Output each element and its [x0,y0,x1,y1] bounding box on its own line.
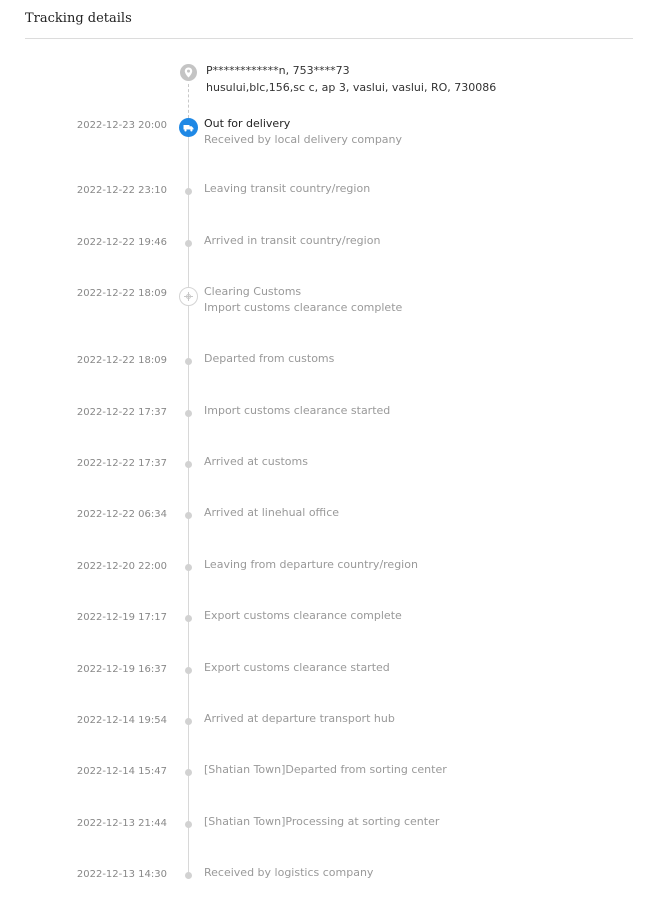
event-time: 2022-12-20 22:00 [76,561,167,572]
location-pin-icon [180,64,197,81]
event-description: Leaving transit country/region [204,181,370,197]
event-status: Arrived at linehual office [204,506,340,519]
event-description: Arrived at customs [204,454,308,470]
event-description: Leaving from departure country/region [204,557,418,573]
event-status: Arrived in transit country/region [204,234,381,247]
event-time: 2022-12-19 16:37 [76,664,167,675]
event-description: Departed from customs [204,351,334,367]
event-detail: Received by local delivery company [204,133,403,146]
event-status: Departed from customs [204,352,335,365]
event-description: Import customs clearance started [204,403,390,419]
recipient-address: husului,blc,156,sc c, ap 3, vaslui, vasl… [206,81,497,94]
timeline-dot [185,615,192,622]
event-time: 2022-12-19 17:17 [76,612,167,623]
event-status: Export customs clearance started [204,661,390,674]
event-time: 2022-12-22 19:46 [76,237,167,248]
event-time: 2022-12-14 15:47 [76,766,167,777]
event-description: Received by logistics company [204,865,373,881]
event-time: 2022-12-22 06:34 [76,509,167,520]
event-time: 2022-12-13 14:30 [76,869,167,880]
event-description: Out for delivery Received by local delive… [204,116,402,148]
truck-icon [179,118,198,137]
event-description: Arrived at linehual office [204,505,339,521]
header-divider [25,38,633,39]
event-status: Import customs clearance started [204,404,391,417]
event-status: Leaving from departure country/region [204,558,418,571]
event-description: [Shatian Town]Departed from sorting cent… [204,762,447,778]
event-status: Clearing Customs [204,285,302,298]
event-status: [Shatian Town]Processing at sorting cent… [204,815,440,828]
timeline-dot [185,718,192,725]
address-connector [188,84,189,118]
event-status: Received by logistics company [204,866,374,879]
event-time: 2022-12-14 19:54 [76,715,167,726]
event-description: Export customs clearance started [204,660,390,676]
event-detail: Import customs clearance complete [204,301,403,314]
event-description: Clearing Customs Import customs clearance… [204,284,402,316]
event-status: Arrived at customs [204,455,308,468]
event-status: [Shatian Town]Departed from sorting cent… [204,763,447,776]
timeline-dot [185,512,192,519]
page-title: Tracking details [25,11,132,26]
timeline-dot [185,872,192,879]
recipient-name-phone: P************n, 753****73 [206,64,350,77]
event-description: [Shatian Town]Processing at sorting cent… [204,814,439,830]
customs-icon [179,287,198,306]
timeline-dot [185,564,192,571]
timeline-dot [185,769,192,776]
event-time: 2022-12-13 21:44 [76,818,167,829]
event-status: Out for delivery [204,117,291,130]
event-status: Export customs clearance complete [204,609,402,622]
timeline-dot [185,821,192,828]
timeline-dot [185,240,192,247]
event-description: Arrived at departure transport hub [204,711,395,727]
timeline-dot [185,667,192,674]
event-time: 2022-12-23 20:00 [76,120,167,131]
event-time: 2022-12-22 17:37 [76,407,167,418]
event-description: Arrived in transit country/region [204,233,380,249]
timeline-dot [185,461,192,468]
event-description: Export customs clearance complete [204,608,402,624]
event-time: 2022-12-22 18:09 [76,355,167,366]
timeline-dot [185,410,192,417]
event-status: Arrived at departure transport hub [204,712,395,725]
event-time: 2022-12-22 17:37 [76,458,167,469]
timeline-dot [185,358,192,365]
timeline-dot [185,188,192,195]
event-status: Leaving transit country/region [204,182,371,195]
event-time: 2022-12-22 18:09 [76,288,167,299]
event-time: 2022-12-22 23:10 [76,185,167,196]
